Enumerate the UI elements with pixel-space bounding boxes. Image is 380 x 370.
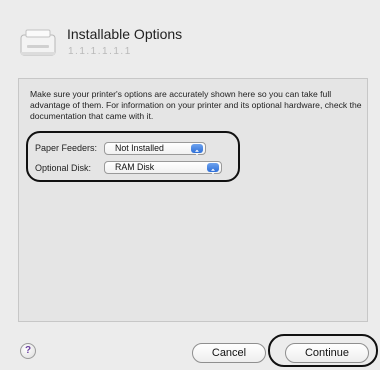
info-text: Make sure your printer's options are acc… [30,89,362,121]
printer-icon [18,26,58,58]
printer-address: 1.1.1.1.1.1 [68,46,132,57]
cancel-button[interactable]: Cancel [192,343,266,363]
dialog-title: Installable Options [67,26,183,42]
help-button[interactable]: ? [20,343,36,359]
continue-highlight-ring [268,334,378,367]
options-highlight-ring [26,131,240,182]
installable-options-sheet: Installable Options 1.1.1.1.1.1 Make sur… [0,0,380,370]
